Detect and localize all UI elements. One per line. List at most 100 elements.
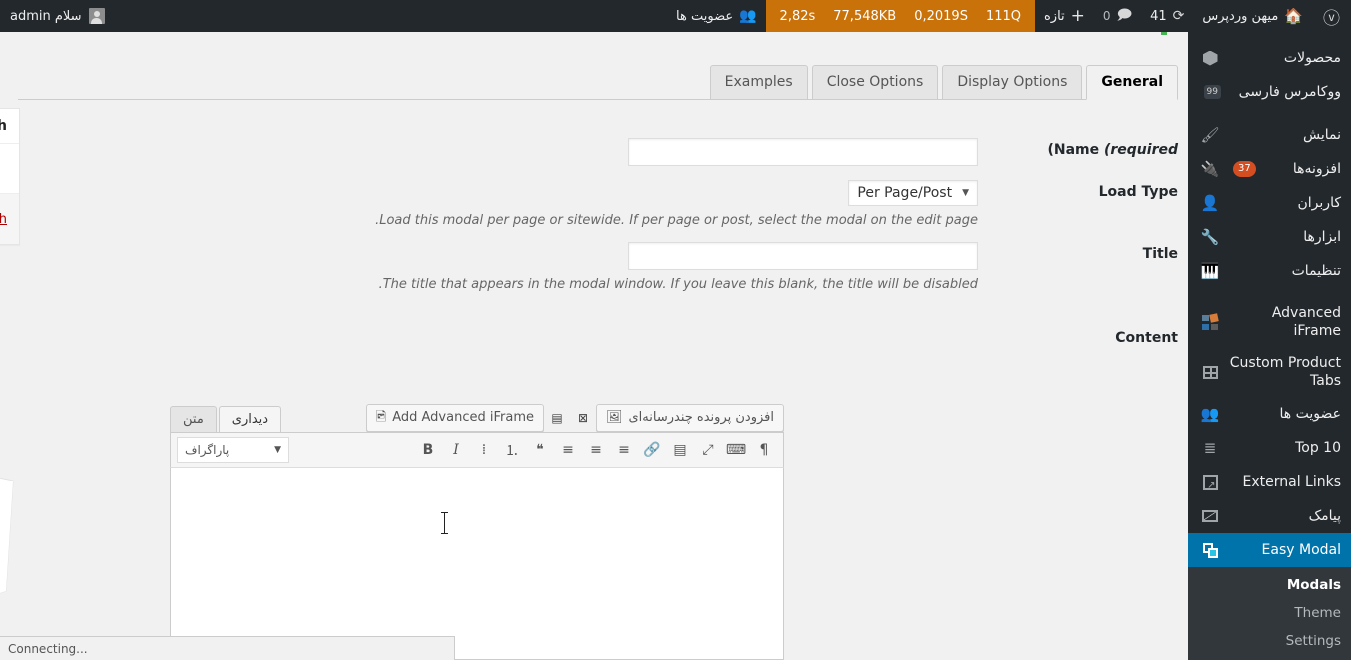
new-label: تازه	[1044, 8, 1065, 24]
align-center-icon[interactable]: ≡	[583, 437, 609, 463]
title-input[interactable]	[628, 242, 978, 270]
admin-bar-comments[interactable]: 🗩 0	[1094, 0, 1141, 32]
tab-general[interactable]: General	[1086, 65, 1178, 100]
publish-box-footer: Publish Move to Trash	[0, 193, 19, 244]
admin-bar-updates[interactable]: ⟳ 41	[1141, 0, 1193, 32]
sidebar-item-label: محصولات	[1283, 50, 1341, 66]
editor-format-toolbar: ¶ ⌨ ⤢ ▤ 🔗 ≡ ≡ ≡ ❝ ⒈ ⁞ I B پاراگراف ▼	[170, 432, 784, 468]
submenu-item-theme[interactable]: Theme	[1188, 599, 1351, 627]
easy-modal-submenu: Modals Theme Settings Add Ons	[1188, 567, 1351, 660]
submenu-item-modals[interactable]: Modals	[1188, 571, 1351, 599]
main-content: General Display Options Close Options Ex…	[0, 32, 1188, 660]
name-input[interactable]	[628, 138, 978, 166]
share-title: !Love It? Share It	[0, 305, 20, 333]
align-right-icon[interactable]: ≡	[611, 437, 637, 463]
appearance-brush-icon: 🖌	[1200, 126, 1220, 144]
envelope-icon	[1200, 506, 1220, 526]
comment-count: 0	[1102, 9, 1111, 23]
unordered-list-icon[interactable]: ⁞	[471, 437, 497, 463]
sidebar-item-label: ابزارها	[1303, 229, 1341, 245]
menu-spacer	[1188, 288, 1351, 297]
text-cursor	[441, 512, 448, 534]
sidebar-item-label: عضویت ها	[1279, 406, 1341, 422]
format-select[interactable]: پاراگراف ▼	[177, 437, 289, 463]
blockquote-icon[interactable]: ❝	[527, 437, 553, 463]
load-type-select[interactable]: Per Page/Post ▼	[848, 180, 978, 206]
fullscreen-icon[interactable]: ⤢	[695, 437, 721, 463]
move-to-trash-link[interactable]: Move to Trash	[0, 212, 7, 227]
add-media-button[interactable]: 🖼 افزودن پرونده چندرسانه‌ای	[595, 404, 784, 432]
form-row-name: (Name (required	[28, 128, 1178, 166]
tab-examples[interactable]: Examples	[709, 65, 808, 99]
admin-bar-new[interactable]: + تازه	[1035, 0, 1094, 32]
sidebar-item-appearance[interactable]: نمایش 🖌	[1188, 118, 1351, 152]
home-icon: 🏠	[1284, 7, 1303, 25]
name-required-text: (required	[1103, 142, 1178, 158]
sidebar-badge: 99	[1204, 85, 1221, 99]
align-left-icon[interactable]: ≡	[555, 437, 581, 463]
plus-icon: +	[1070, 5, 1085, 26]
members-label: عضویت ها	[676, 8, 734, 24]
wordpress-logo-icon[interactable]: ⓥ	[1312, 0, 1351, 32]
tab-display-options[interactable]: Display Options	[942, 65, 1083, 99]
chevron-down-icon: ▼	[962, 188, 969, 198]
keyboard-shortcuts-icon[interactable]: ⌨	[723, 437, 749, 463]
debug-bar[interactable]: 2,82s 77,548KB 0,2019S 111Q	[765, 0, 1035, 32]
admin-bar-members[interactable]: 👥 عضویت ها	[667, 0, 766, 32]
content-field-control	[28, 296, 978, 306]
sidebar-item-label: تنظیمات	[1291, 263, 1341, 279]
comment-bubble-icon: 🗩	[1116, 7, 1133, 23]
chevron-down-icon: ▼	[274, 445, 281, 455]
sidebar-item-memberships[interactable]: عضویت ها 👥	[1188, 397, 1351, 431]
italic-icon[interactable]: I	[443, 437, 469, 463]
sidebar-item-products[interactable]: محصولات	[1188, 41, 1351, 75]
form-x-icon[interactable]: ⊠	[572, 407, 594, 429]
sidebar-item-label: افزونه‌ها	[1292, 161, 1341, 177]
tools-wrench-icon: 🔧	[1200, 228, 1220, 246]
external-link-icon: ↗	[1200, 472, 1220, 492]
admin-bar-site-name[interactable]: 🏠 میهن وردپرس	[1193, 0, 1312, 32]
sidebar-item-sms[interactable]: پیامک	[1188, 499, 1351, 533]
admin-bar-my-account[interactable]: سلام admin	[0, 0, 115, 32]
admin-bar: ⓥ 🏠 میهن وردپرس ⟳ 41 🗩 0 + تازه 2,82s 77…	[0, 0, 1351, 32]
refresh-icon: ⟳	[1172, 8, 1185, 24]
plugins-update-badge: 37	[1233, 161, 1256, 177]
sidebar-item-settings[interactable]: تنظیمات 🎹	[1188, 254, 1351, 288]
editor-tab-text[interactable]: متن	[170, 406, 217, 432]
iframe-image-icon: 🖻	[375, 410, 387, 425]
bold-icon[interactable]: B	[415, 437, 441, 463]
users-icon: 👥	[1200, 405, 1220, 423]
submenu-item-settings[interactable]: Settings	[1188, 627, 1351, 655]
read-more-icon[interactable]: ▤	[667, 437, 693, 463]
sidebar-item-woocommerce-fa[interactable]: ووکامرس فارسی 99	[1188, 75, 1351, 109]
load-type-selected-value: Per Page/Post	[857, 185, 953, 201]
sidebar-item-easy-modal[interactable]: Easy Modal	[1188, 533, 1351, 567]
easy-modal-icon	[1200, 540, 1220, 560]
ordered-list-icon[interactable]: ⒈	[499, 437, 525, 463]
name-field-control	[28, 128, 978, 166]
easy-modal-documentation-guide-image[interactable]: GUIDE Easy Modal DOCUMENTATION	[0, 441, 20, 649]
guide-brochure-illustration: GUIDE Easy Modal DOCUMENTATION	[0, 477, 14, 594]
paragraph-direction-icon[interactable]: ¶	[751, 437, 777, 463]
admin-bar-spacer	[115, 0, 667, 32]
tab-close-options[interactable]: Close Options	[811, 65, 939, 99]
sidebar-item-custom-product-tabs[interactable]: Custom Product Tabs	[1188, 347, 1351, 397]
sidebar-item-external-links[interactable]: External Links ↗	[1188, 465, 1351, 499]
editor-content-area[interactable]	[170, 468, 784, 660]
editor-tab-visual[interactable]: دیداری	[218, 406, 282, 432]
sidebar-item-users[interactable]: کاربران 👤	[1188, 186, 1351, 220]
form-row-load-type: Load Type Per Page/Post ▼ .Load this mod…	[28, 170, 1178, 228]
sidebar-item-plugins[interactable]: افزونه‌ها 37 🔌	[1188, 152, 1351, 186]
content-field-label: Content	[1115, 330, 1178, 346]
add-advanced-iframe-button[interactable]: 🖻 Add Advanced iFrame	[365, 404, 544, 432]
list-table-icon[interactable]: ▤	[546, 407, 568, 429]
sidebar-item-top-10[interactable]: Top 10 ≣	[1188, 431, 1351, 465]
settings-tabs: General Display Options Close Options Ex…	[18, 64, 1178, 100]
sidebar-item-advanced-iframe[interactable]: Advanced iFrame	[1188, 297, 1351, 347]
title-field-control: .The title that appears in the modal win…	[28, 232, 978, 292]
sidebar-item-tools[interactable]: ابزارها 🔧	[1188, 220, 1351, 254]
form-row-content: Content	[28, 296, 1178, 346]
link-icon[interactable]: 🔗	[639, 437, 665, 463]
updates-count: 41	[1150, 8, 1167, 24]
submenu-item-add-ons[interactable]: Add Ons	[1188, 655, 1351, 660]
